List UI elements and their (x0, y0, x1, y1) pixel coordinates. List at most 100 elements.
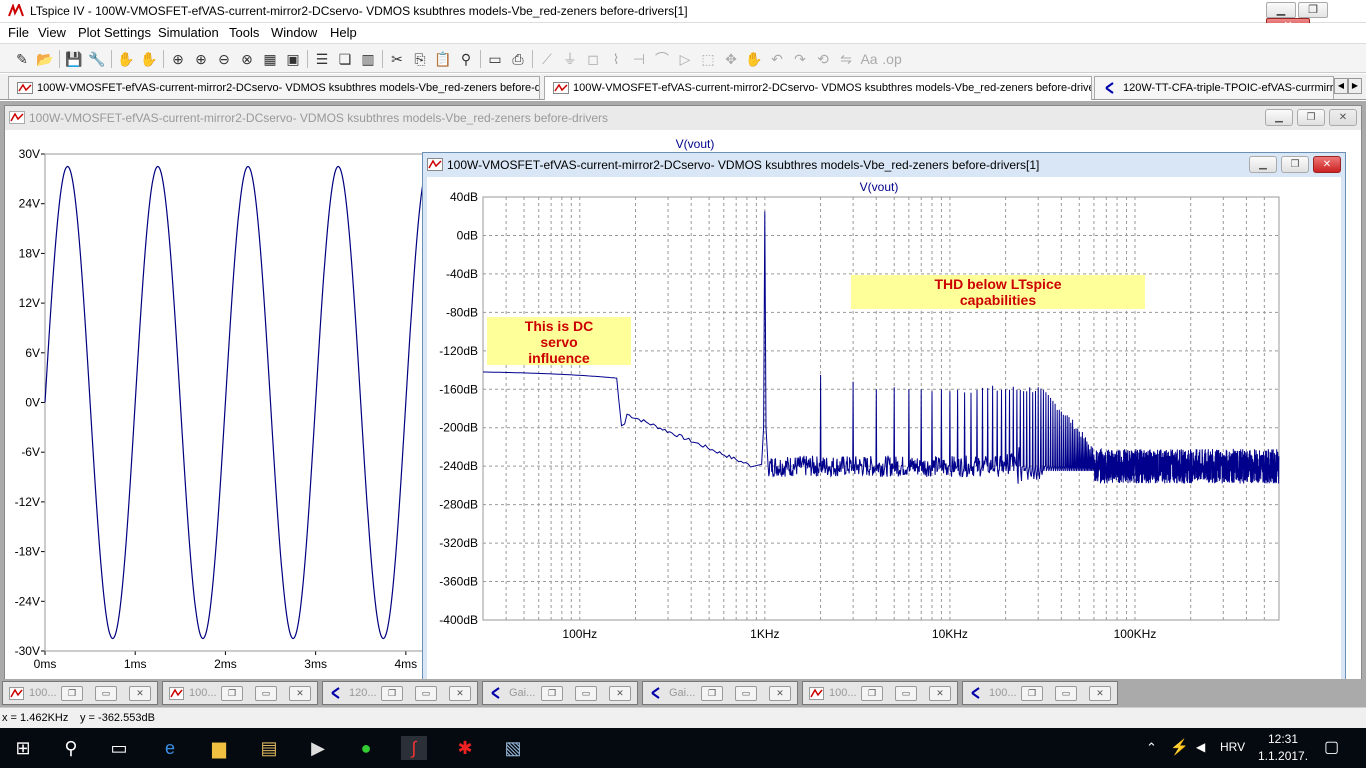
cascade-icon[interactable]: ❏ (335, 49, 355, 69)
restore-button[interactable]: ❐ (381, 686, 403, 701)
menu-file[interactable]: File (8, 25, 29, 40)
zoom-in-icon[interactable]: ⊕ (168, 49, 188, 69)
speaker-icon[interactable]: ◀ (1196, 740, 1205, 754)
tab-waveform-2[interactable]: 100W-VMOSFET-efVAS-current-mirror2-DCser… (544, 76, 1092, 100)
close-button[interactable]: ✕ (609, 686, 631, 701)
green-app-icon[interactable]: ● (353, 736, 379, 760)
close-button[interactable]: ✕ (129, 686, 151, 701)
minimized-window[interactable]: Gai... ❐ ▭ ✕ (482, 681, 638, 705)
fft-chart[interactable]: V(vout) 40dB 0dB -40dB -80dB -120dB -160dB -200… (427, 177, 1341, 693)
paste-icon[interactable]: 📋 (433, 49, 453, 69)
minimized-window[interactable]: 100... ❐ ▭ ✕ (802, 681, 958, 705)
restore-button[interactable]: ❐ (1281, 156, 1309, 173)
ground-icon[interactable]: ⏚ (560, 49, 580, 69)
minimized-window[interactable]: 120... ❐ ▭ ✕ (322, 681, 478, 705)
cut-icon[interactable]: ✂ (387, 49, 407, 69)
open-icon[interactable]: 📂 (35, 49, 55, 69)
redo-icon[interactable]: ↷ (790, 49, 810, 69)
halt-icon[interactable]: ✋ (139, 49, 159, 69)
menu-view[interactable]: View (38, 25, 66, 40)
maximize-button[interactable]: ▭ (415, 686, 437, 701)
start-icon[interactable]: ⊞ (10, 736, 36, 760)
text-icon[interactable]: Aa (859, 49, 879, 69)
restore-button[interactable]: ❐ (541, 686, 563, 701)
close-button[interactable]: ✕ (1329, 109, 1357, 126)
menu-tools[interactable]: Tools (229, 25, 259, 40)
rotate-icon[interactable]: ⟲ (813, 49, 833, 69)
zoom-area-icon[interactable]: ⊕ (191, 49, 211, 69)
save-icon[interactable]: 💾 (64, 49, 84, 69)
menu-help[interactable]: Help (330, 25, 357, 40)
maximize-button[interactable]: ▭ (895, 686, 917, 701)
label-icon[interactable]: ◻ (583, 49, 603, 69)
tab-scroll-right-icon[interactable]: ▶ (1348, 78, 1362, 94)
search-icon[interactable]: ⚲ (58, 736, 84, 760)
close-button[interactable]: ✕ (1313, 156, 1341, 173)
folder-app-icon[interactable]: ▤ (256, 736, 282, 760)
tray-chevron-icon[interactable]: ⌃ (1146, 740, 1157, 756)
find-icon[interactable]: ⚲ (456, 49, 476, 69)
tile-vertical-icon[interactable]: ▥ (358, 49, 378, 69)
tile-horizontal-icon[interactable]: ☰ (312, 49, 332, 69)
maximize-button[interactable]: ▭ (95, 686, 117, 701)
close-button[interactable]: ✕ (769, 686, 791, 701)
close-button[interactable]: ✕ (1089, 686, 1111, 701)
inductor-icon[interactable]: ⌒ (652, 49, 672, 69)
input-language[interactable]: HRV (1220, 740, 1245, 754)
edge-browser-icon[interactable]: e (157, 736, 183, 760)
print-preview-icon[interactable]: ▭ (485, 49, 505, 69)
ltspice-taskbar-icon[interactable]: ∫ (401, 736, 427, 760)
tray-app-icon[interactable]: ⚡ (1170, 738, 1189, 756)
minimize-button[interactable]: ▁ (1249, 156, 1277, 173)
zoom-full-icon[interactable]: ▣ (283, 49, 303, 69)
restore-button[interactable]: ❐ (61, 686, 83, 701)
menu-plot-settings[interactable]: Plot Settings (78, 25, 151, 40)
tab-scroll-left-icon[interactable]: ◀ (1334, 78, 1348, 94)
file-explorer-icon[interactable]: ▆ (206, 736, 232, 760)
diode-icon[interactable]: ▷ (675, 49, 695, 69)
tab-waveform-1[interactable]: 100W-VMOSFET-efVAS-current-mirror2-DCser… (8, 76, 540, 99)
autorange-icon[interactable]: ▦ (260, 49, 280, 69)
wire-icon[interactable]: ⟋ (537, 49, 557, 69)
maximize-button[interactable]: ▭ (575, 686, 597, 701)
new-schematic-icon[interactable]: ✎ (12, 49, 32, 69)
menu-window[interactable]: Window (271, 25, 317, 40)
maximize-button[interactable]: ❐ (1298, 2, 1328, 18)
capacitor-icon[interactable]: ⊣ (629, 49, 649, 69)
task-view-icon[interactable]: ▭ (106, 736, 132, 760)
restore-button[interactable]: ❐ (221, 686, 243, 701)
minimized-window[interactable]: 100... ❐ ▭ ✕ (2, 681, 158, 705)
minimize-button[interactable]: ▁ (1265, 109, 1293, 126)
drag-icon[interactable]: ✋ (744, 49, 764, 69)
restore-button[interactable]: ❐ (701, 686, 723, 701)
control-panel-icon[interactable]: 🔧 (87, 49, 107, 69)
chart-app-icon[interactable]: ▧ (500, 736, 526, 760)
zoom-out-icon[interactable]: ⊖ (214, 49, 234, 69)
restore-button[interactable]: ❐ (861, 686, 883, 701)
clock-date[interactable]: 1.1.2017. (1258, 749, 1308, 763)
undo-icon[interactable]: ↶ (767, 49, 787, 69)
tab-schematic[interactable]: 120W-TT-CFA-triple-TPOIC-efVAS-currmirro… (1094, 76, 1334, 99)
menu-simulation[interactable]: Simulation (158, 25, 219, 40)
run-icon[interactable]: ✋ (116, 49, 136, 69)
resistor-icon[interactable]: ⌇ (606, 49, 626, 69)
minimize-button[interactable]: ▁ (1266, 2, 1296, 18)
minimized-window[interactable]: 100... ❐ ▭ ✕ (162, 681, 318, 705)
fft-plot-window[interactable]: 100W-VMOSFET-efVAS-current-mirror2-DCser… (422, 152, 1346, 698)
minimized-window[interactable]: 100... ❐ ▭ ✕ (962, 681, 1118, 705)
close-button[interactable]: ✕ (449, 686, 471, 701)
restore-button[interactable]: ❐ (1021, 686, 1043, 701)
red-app-icon[interactable]: ✱ (452, 736, 478, 760)
maximize-button[interactable]: ▭ (1055, 686, 1077, 701)
maximize-button[interactable]: ▭ (735, 686, 757, 701)
close-button[interactable]: ✕ (289, 686, 311, 701)
media-app-icon[interactable]: ▶ (305, 736, 331, 760)
zoom-cancel-icon[interactable]: ⊗ (237, 49, 257, 69)
minimized-window[interactable]: Gai... ❐ ▭ ✕ (642, 681, 798, 705)
close-button[interactable]: ✕ (929, 686, 951, 701)
notifications-icon[interactable]: ▢ (1324, 737, 1339, 757)
component-icon[interactable]: ⬚ (698, 49, 718, 69)
restore-button[interactable]: ❐ (1297, 109, 1325, 126)
print-icon[interactable]: ⎙ (508, 49, 528, 69)
move-icon[interactable]: ✥ (721, 49, 741, 69)
